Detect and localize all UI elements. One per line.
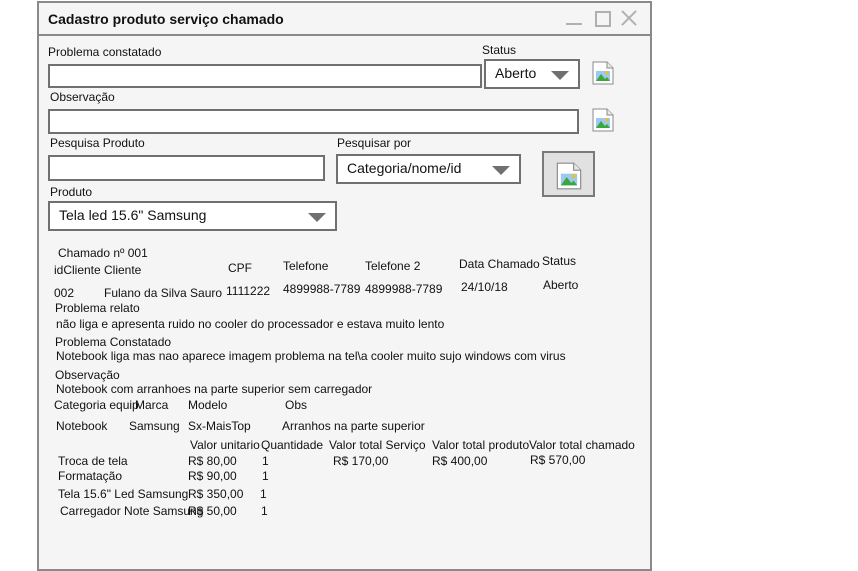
status-label: Status bbox=[482, 43, 517, 57]
observacao-input[interactable] bbox=[48, 109, 579, 134]
produto-label: Produto bbox=[50, 185, 93, 199]
equip-marca: Samsung bbox=[129, 419, 180, 433]
image-icon[interactable] bbox=[592, 108, 614, 132]
close-icon[interactable] bbox=[620, 9, 638, 27]
pesquisa-produto-label: Pesquisa Produto bbox=[50, 136, 145, 150]
observacao-label: Observação bbox=[50, 90, 115, 104]
problema-constatado-text: Notebook liga mas nao aparece imagem pro… bbox=[56, 349, 566, 363]
produto-select-value: Tela led 15.6" Samsung bbox=[59, 207, 207, 223]
pesquisa-produto-input[interactable] bbox=[48, 155, 325, 181]
header-cliente: Cliente bbox=[104, 263, 142, 277]
row-telefone2: 4899988-7789 bbox=[365, 282, 443, 296]
item-nome: Carregador Note Samsung bbox=[60, 504, 204, 518]
pesquisar-por-label: Pesquisar por bbox=[337, 136, 412, 150]
problema-constatado-input[interactable] bbox=[48, 64, 482, 88]
problema-relato-label: Problema relato bbox=[55, 301, 140, 315]
header-idcliente: idCliente bbox=[54, 263, 101, 277]
item-qtd: 1 bbox=[262, 454, 269, 468]
status-select-value: Aberto bbox=[495, 65, 537, 81]
header-cpf: CPF bbox=[228, 261, 252, 275]
item-nome: Tela 15.6" Led Samsung bbox=[58, 487, 189, 501]
item-valor: R$ 50,00 bbox=[188, 504, 237, 518]
problema-relato-text: não liga e apresenta ruido no cooler do … bbox=[56, 317, 445, 331]
row-status: Aberto bbox=[543, 278, 579, 292]
item-valor: R$ 80,00 bbox=[188, 454, 237, 468]
chevron-down-icon bbox=[308, 213, 326, 222]
item-header-total-chamado: Valor total chamado bbox=[529, 438, 635, 452]
total-chamado: R$ 570,00 bbox=[530, 453, 586, 467]
equip-categoria: Notebook bbox=[56, 419, 108, 433]
total-servico: R$ 170,00 bbox=[333, 454, 389, 468]
main-window: Cadastro produto serviço chamado Problem… bbox=[37, 1, 652, 571]
row-cliente: Fulano da Silva Sauro bbox=[104, 286, 223, 300]
chamado-number: Chamado nº 001 bbox=[58, 246, 148, 260]
problema-constatado-title: Problema Constatado bbox=[55, 335, 172, 349]
item-header-total-servico: Valor total Serviço bbox=[329, 438, 426, 452]
search-button[interactable] bbox=[542, 151, 595, 197]
row-idcliente: 002 bbox=[54, 286, 75, 300]
observacao-title: Observação bbox=[55, 368, 120, 382]
chevron-down-icon bbox=[492, 166, 510, 175]
total-produto: R$ 400,00 bbox=[432, 454, 488, 468]
image-icon[interactable] bbox=[592, 61, 614, 85]
equip-modelo: Sx-MaisTop bbox=[188, 419, 251, 433]
row-cpf: 1111222 bbox=[226, 284, 271, 298]
equip-obs: Arranhos na parte superior bbox=[282, 419, 425, 433]
item-nome: Troca de tela bbox=[58, 454, 128, 468]
image-icon bbox=[556, 162, 582, 190]
status-select[interactable]: Aberto bbox=[484, 59, 580, 89]
header-telefone: Telefone bbox=[283, 259, 329, 273]
equip-header-obs: Obs bbox=[285, 398, 308, 412]
item-qtd: 1 bbox=[261, 504, 268, 518]
item-qtd: 1 bbox=[262, 469, 269, 483]
item-qtd: 1 bbox=[260, 487, 267, 501]
minimize-icon[interactable] bbox=[565, 9, 583, 27]
window-title: Cadastro produto serviço chamado bbox=[48, 11, 284, 27]
item-nome: Formatação bbox=[58, 469, 123, 483]
equip-header-categoria: Categoria equip bbox=[54, 398, 139, 412]
problema-constatado-label: Problema constatado bbox=[48, 45, 162, 59]
header-status: Status bbox=[542, 254, 577, 268]
header-data-chamado: Data Chamado bbox=[459, 257, 540, 271]
chevron-down-icon bbox=[551, 71, 569, 80]
row-data-chamado: 24/10/18 bbox=[461, 280, 508, 294]
item-header-valor-unitario: Valor unitario bbox=[190, 438, 260, 452]
observacao-text: Notebook com arranhoes na parte superior… bbox=[56, 382, 373, 396]
maximize-icon[interactable] bbox=[593, 9, 611, 27]
produto-select[interactable]: Tela led 15.6" Samsung bbox=[48, 201, 337, 231]
pesquisar-por-value: Categoria/nome/id bbox=[347, 160, 462, 176]
title-bar[interactable]: Cadastro produto serviço chamado bbox=[39, 3, 650, 36]
item-header-quantidade: Quantidade bbox=[261, 438, 324, 452]
item-valor: R$ 90,00 bbox=[188, 469, 237, 483]
equip-header-marca: Marca bbox=[135, 398, 169, 412]
pesquisar-por-select[interactable]: Categoria/nome/id bbox=[336, 154, 521, 184]
item-valor: R$ 350,00 bbox=[188, 487, 244, 501]
item-header-total-produto: Valor total produto bbox=[432, 438, 530, 452]
row-telefone: 4899988-7789 bbox=[283, 282, 361, 296]
equip-header-modelo: Modelo bbox=[188, 398, 228, 412]
header-telefone2: Telefone 2 bbox=[365, 259, 421, 273]
